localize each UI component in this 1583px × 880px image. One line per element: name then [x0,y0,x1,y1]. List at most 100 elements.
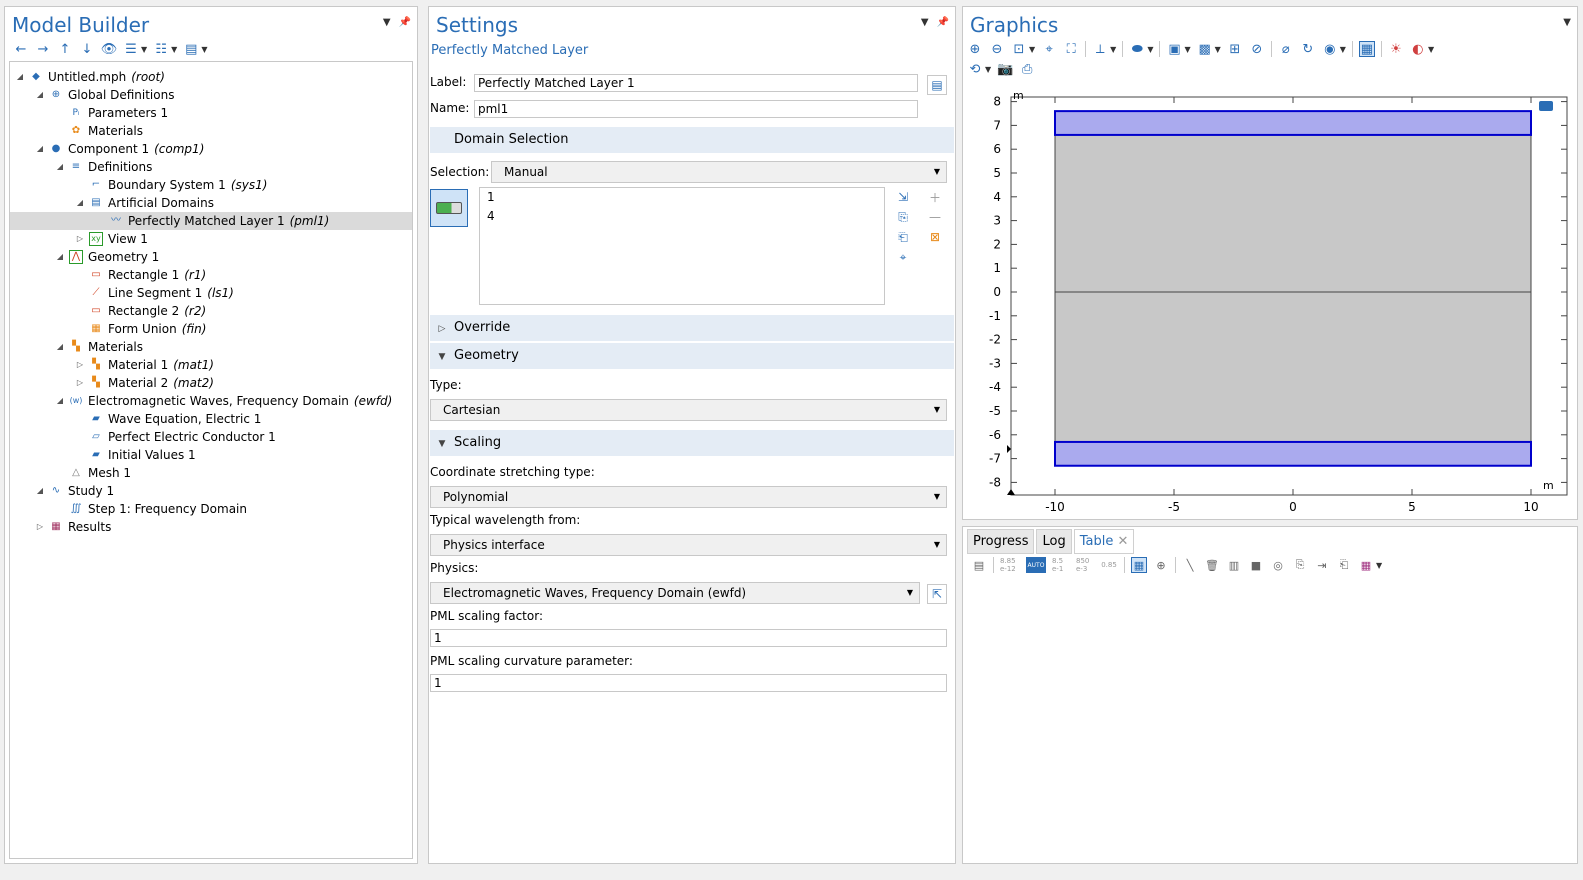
chevron-down-icon[interactable]: ▼ [1029,45,1035,54]
format-auto-icon[interactable]: AUTO [1026,557,1046,573]
chevron-down-icon[interactable]: ▼ [201,45,207,54]
go-to-physics-icon[interactable]: ⇱ [927,584,947,604]
chevron-down-icon[interactable]: ▼ [141,45,147,54]
tree-node-study-step[interactable]: ∭ Step 1: Frequency Domain [54,500,247,518]
select-objects-icon[interactable]: ▣ [1166,41,1182,57]
pml-factor-field[interactable]: 1 [430,629,947,647]
view-options-icon[interactable]: ◉ [1322,41,1338,57]
name-field[interactable]: pml1 [474,100,918,118]
select-boxes-icon[interactable]: ▩ [1197,41,1213,57]
panel-menu-icon[interactable]: ▼ [1563,17,1571,28]
expand-icon[interactable]: ▷ [74,356,86,374]
paste-selection-icon[interactable]: ⇲ [895,189,911,205]
rotate-icon[interactable]: ⟲ [967,61,983,77]
collapse-icon[interactable]: ◢ [34,140,46,158]
print-icon[interactable]: ⎙ [1019,61,1035,77]
pml-domain-top[interactable] [1054,110,1532,136]
zoom-box-icon[interactable]: ⊡ [1011,41,1027,57]
tree-node-rectangle-2[interactable]: ▭ Rectangle 2 (r2) [74,302,206,320]
tab-table[interactable]: Table ✕ [1073,529,1135,554]
format-0-85-icon[interactable]: 0.85 [1100,557,1118,573]
pin-icon[interactable]: 📌 [399,17,411,28]
tree-node-wave-equation[interactable]: ▰ Wave Equation, Electric 1 [74,410,261,428]
tree-node-global-materials[interactable]: ✿ Materials [54,122,143,140]
domain-upper[interactable] [1054,134,1532,293]
tab-log[interactable]: Log [1036,529,1072,554]
clear-selection-icon[interactable]: ⊘ [1249,41,1265,57]
tree-node-mesh[interactable]: △ Mesh 1 [54,464,131,482]
format-8-85e-12-icon[interactable]: 8.85 e-12 [1000,557,1020,573]
tree-node-component-materials[interactable]: ◢ ▚ Materials [54,338,143,356]
close-icon[interactable]: ✕ [1117,534,1128,549]
geometry-header[interactable]: ▼ Geometry [430,343,954,369]
expand-tree-icon[interactable]: ☰ [123,41,139,57]
copy-table-icon[interactable]: ⎘ [1292,557,1308,573]
expand-icon[interactable]: ▷ [74,230,86,248]
tree-node-geometry[interactable]: ◢ ⋀ Geometry 1 [54,248,159,266]
type-dropdown[interactable]: Cartesian ▼ [430,399,947,421]
expand-icon[interactable]: ▷ [34,518,46,536]
label-edit-icon[interactable]: ▤ [927,75,947,95]
select-domains-icon[interactable]: ⬬ [1129,41,1145,57]
label-field[interactable]: Perfectly Matched Layer 1 [474,74,918,92]
expand-icon[interactable]: ▷ [74,374,86,392]
remove-icon[interactable]: — [927,209,943,225]
collapse-icon[interactable]: ◢ [74,194,86,212]
export-icon[interactable]: ⇥ [1314,557,1330,573]
copy-selection-icon[interactable]: ⎗ [1336,557,1352,573]
copy-selection-icon[interactable]: ⎘ [895,209,911,225]
chevron-down-icon[interactable]: ▼ [1428,45,1434,54]
camera-icon[interactable]: 📷 [997,61,1013,77]
grid-toggle-icon[interactable]: ▦ [1358,41,1375,57]
scene-light-icon[interactable]: ☀ [1388,41,1404,57]
create-selection-icon[interactable]: ⊠ [927,229,943,245]
selection-dropdown[interactable]: Manual ▼ [491,161,947,183]
collapse-icon[interactable]: ◢ [54,248,66,266]
select-all-icon[interactable]: ⊞ [1227,41,1243,57]
collapse-icon[interactable]: ◢ [54,158,66,176]
tree-node-artificial-domains[interactable]: ◢ ▤ Artificial Domains [74,194,214,212]
tree-node-root[interactable]: ◢ ◆ Untitled.mph (root) [14,68,165,86]
chevron-down-icon[interactable]: ▼ [1215,45,1221,54]
back-arrow-icon[interactable]: ← [13,41,29,57]
panel-menu-icon[interactable]: ▼ [383,17,391,28]
chevron-down-icon[interactable]: ▼ [985,65,991,74]
geometry-plot[interactable]: m m 876543210-1-2-3-4-5-6-7-8 -10 -5 0 5 10 [963,89,1575,517]
hide-icon[interactable]: ⌀ [1278,41,1294,57]
pin-icon[interactable]: 📌 [937,17,949,28]
show-icon[interactable]: 👁 [101,41,118,57]
chevron-down-icon[interactable]: ▼ [1376,561,1382,570]
tree-node-boundary-system[interactable]: ⌐ Boundary System 1 (sys1) [74,176,268,194]
collapse-icon[interactable]: ◢ [14,68,26,86]
activate-selection-toggle[interactable] [430,189,468,227]
list-item[interactable]: 4 [480,207,884,226]
zoom-selected-icon[interactable]: ⌖ [1041,41,1057,57]
tree-node-ewfd[interactable]: ◢ (w) Electromagnetic Waves, Frequency Dom… [54,392,392,410]
forward-arrow-icon[interactable]: → [35,41,51,57]
table-icon[interactable]: ▥ [1226,557,1242,573]
render-settings-icon[interactable]: ◐ [1410,41,1426,57]
chevron-down-icon[interactable]: ▼ [171,45,177,54]
wavelength-dropdown[interactable]: Physics interface ▼ [430,534,947,556]
collapse-icon[interactable]: ◢ [34,482,46,500]
collapse-icon[interactable]: ◢ [34,86,46,104]
tree-node-global-definitions[interactable]: ◢ ⊕ Global Definitions [34,86,175,104]
tree-node-line-segment[interactable]: ⟋ Line Segment 1 (ls1) [74,284,234,302]
tree-node-rectangle-1[interactable]: ▭ Rectangle 1 (r1) [74,266,206,284]
domain-selection-header[interactable]: Domain Selection [430,127,954,153]
collapse-icon[interactable]: ◢ [54,392,66,410]
override-header[interactable]: ▷ Override [430,315,954,341]
fill-icon[interactable]: ■ [1248,557,1264,573]
format-850e-3-icon[interactable]: 850 e-3 [1076,557,1094,573]
reset-hiding-icon[interactable]: ↻ [1300,41,1316,57]
pml-domain-bottom[interactable] [1054,440,1532,467]
table-settings-icon[interactable]: ▤ [971,557,987,573]
tree-node-pml[interactable]: 〰 Perfectly Matched Layer 1 (pml1) [10,212,412,230]
selection-list[interactable]: 1 4 [479,187,885,305]
tree-node-definitions[interactable]: ◢ ≡ Definitions [54,158,152,176]
zoom-extents-icon[interactable]: ⛶ [1063,41,1079,57]
collapse-icon[interactable]: ◢ [54,338,66,356]
delete-icon[interactable]: 🗑 [1204,557,1220,573]
layout-icon[interactable]: ▤ [183,41,199,57]
tree-node-view[interactable]: ▷ xy View 1 [74,230,148,248]
